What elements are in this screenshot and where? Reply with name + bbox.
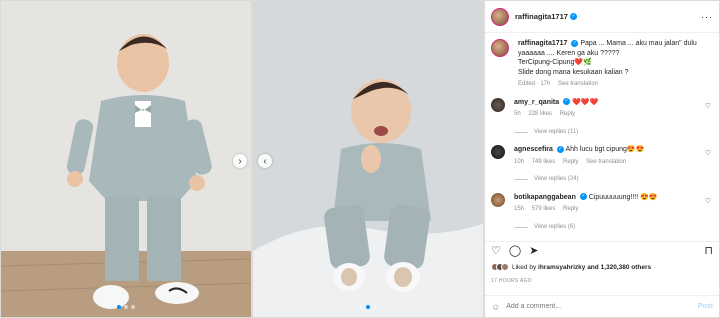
comment-icon[interactable]: ◯ (509, 244, 521, 257)
caption-line-2: TerCipung-Cipung❤️🌿 (518, 59, 592, 66)
view-replies-button[interactable]: View replies (11) (514, 128, 701, 138)
comment-username[interactable]: amy_r_qanita (514, 99, 559, 106)
reply-button[interactable]: Reply (563, 206, 578, 212)
view-replies-button[interactable]: View replies (24) (514, 175, 701, 185)
carousel-dot (117, 305, 121, 309)
verified-icon: ✓ (579, 193, 587, 201)
comment-username[interactable]: botikapanggabean (514, 194, 576, 201)
carousel-dot (124, 305, 128, 309)
liked-by-text: Liked by ihramsyahrizky and 1,320,380 ot… (512, 264, 651, 271)
bookmark-icon[interactable]: ⊓ (704, 244, 713, 257)
left-photo-panel[interactable]: › (0, 0, 252, 318)
comment-body: botikapanggabean ✓ Cipuuuuuung!!!! 😍😍 15… (514, 193, 713, 233)
verified-icon: ✓ (569, 13, 577, 20)
comments-list: raffinagita1717 ✓ Papa ... Mama ... aku … (485, 35, 719, 237)
reply-button[interactable]: Reply (560, 111, 575, 117)
comment-time: 10h (514, 158, 525, 165)
middle-photo-panel[interactable]: ‹ (252, 0, 484, 318)
comment-likes[interactable]: 579 likes (532, 206, 556, 212)
view-replies-button[interactable]: View replies (6) (514, 223, 701, 233)
more-options-icon[interactable]: ··· (701, 12, 713, 22)
commenter-avatar[interactable] (491, 145, 505, 159)
liked-by-user[interactable]: ihramsyahrizky (538, 264, 585, 271)
liked-by-others[interactable]: and 1,320,380 others (587, 264, 651, 271)
carousel-dots (1, 305, 251, 309)
emoji-icon[interactable]: ☺ (491, 302, 500, 312)
carousel-dot (131, 305, 135, 309)
comment-time: 15h (514, 206, 525, 212)
comment-text: Ahh lucu bgt cipung😍😍 (565, 146, 645, 153)
liker-avatar (501, 263, 509, 271)
author-username[interactable]: raffinagita1717 (515, 12, 568, 21)
comment-meta: 15h 579 likes Reply (514, 205, 701, 215)
comment-item: amy_r_qanita ✓ ❤️❤️❤️ 5h 228 likes Reply… (491, 97, 713, 138)
post-header: raffinagita1717 ✓ ··· (485, 1, 719, 33)
comment-time: 5h (514, 111, 521, 117)
caption-meta: Edited · 17h See translation (518, 80, 701, 90)
previous-image-button[interactable]: ‹ (258, 154, 272, 168)
carousel-dot (359, 305, 363, 309)
baby-sitting-photo (253, 1, 483, 317)
caption-avatar[interactable] (491, 39, 509, 57)
next-image-button[interactable]: › (233, 154, 247, 168)
caption-edited-time: Edited · 17h (518, 81, 551, 87)
share-icon[interactable]: ➤ (529, 244, 538, 257)
carousel-dots (253, 305, 483, 309)
caption-line-3: Slide dong mana kesukaan kalian ? (518, 68, 629, 76)
comment-meta: 5h 228 likes Reply (514, 110, 701, 120)
reply-button[interactable]: Reply (563, 159, 578, 165)
caption: raffinagita1717 ✓ Papa ... Mama ... aku … (491, 39, 713, 90)
comment-body: agnescefira ✓ Ahh lucu bgt cipung😍😍 10h … (514, 145, 713, 185)
comment-meta: 10h 749 likes Reply See translation (514, 158, 701, 168)
comment-like-heart-icon[interactable]: ♡ (705, 197, 711, 205)
liked-by: Liked by ihramsyahrizky and 1,320,380 ot… (491, 263, 713, 271)
comment-username[interactable]: agnescefira (514, 146, 553, 153)
post-comment-button[interactable]: Post (698, 303, 713, 310)
author-avatar[interactable] (491, 7, 509, 26)
post-timestamp: 17 HOURS AGO (491, 278, 532, 284)
commenter-avatar[interactable] (491, 97, 505, 112)
comment-body: amy_r_qanita ✓ ❤️❤️❤️ 5h 228 likes Reply… (514, 98, 713, 138)
caption-username[interactable]: raffinagita1717 (518, 40, 567, 47)
carousel-dot (366, 305, 370, 309)
comment-like-heart-icon[interactable]: ♡ (705, 149, 711, 157)
post-sidebar: raffinagita1717 ✓ ··· raffinagita1717 ✓ … (484, 0, 720, 318)
see-translation-link[interactable]: See translation (558, 81, 598, 87)
comment-likes[interactable]: 228 likes (528, 111, 552, 117)
comment-like-heart-icon[interactable]: ♡ (705, 102, 711, 110)
verified-icon: ✓ (571, 39, 579, 47)
commenter-avatar[interactable] (491, 192, 505, 207)
see-translation-link[interactable]: See translation (586, 159, 626, 165)
comment-input[interactable] (506, 303, 698, 310)
comment-text: Cipuuuuuung!!!! 😍😍 (588, 193, 658, 201)
baby-standing-photo (1, 1, 251, 317)
post-actions: ♡ ◯ ➤ ⊓ (485, 241, 719, 259)
comment-text: ❤️❤️❤️ (572, 98, 599, 106)
comment-item: botikapanggabean ✓ Cipuuuuuung!!!! 😍😍 15… (491, 192, 713, 233)
verified-icon: ✓ (556, 145, 564, 153)
liked-by-prefix: Liked by (512, 263, 537, 271)
comment-likes[interactable]: 749 likes (532, 159, 556, 165)
add-comment-bar: ☺ Post (485, 295, 719, 317)
heart-icon[interactable]: ♡ (491, 244, 501, 257)
caption-body: raffinagita1717 ✓ Papa ... Mama ... aku … (518, 39, 713, 90)
carousel-dot (373, 305, 377, 309)
verified-icon: ✓ (563, 98, 571, 106)
comment-item: agnescefira ✓ Ahh lucu bgt cipung😍😍 10h … (491, 145, 713, 185)
